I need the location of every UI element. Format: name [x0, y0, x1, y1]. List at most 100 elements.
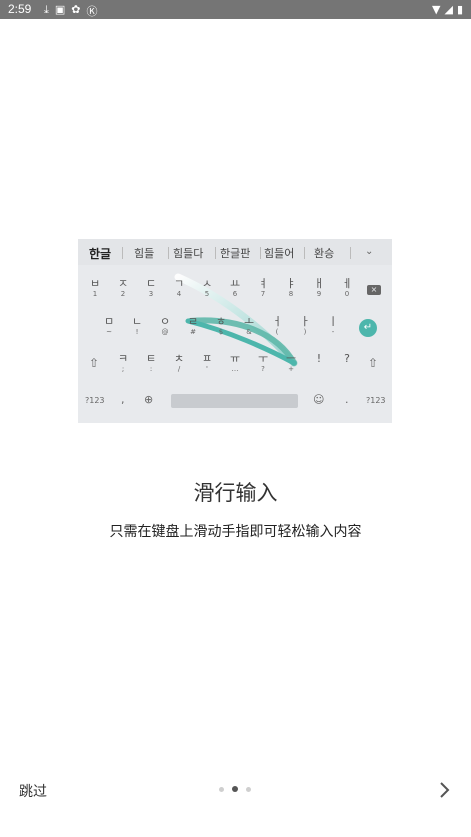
key-sublabel: ): [303, 328, 307, 336]
key-sublabel: 3: [148, 290, 154, 298]
keyboard-key: ㅑ8: [279, 277, 303, 299]
page-dot: [246, 786, 251, 792]
key-label: ?: [344, 352, 350, 365]
key-sublabel: 8: [288, 290, 294, 298]
key-label: ㅓ: [271, 315, 283, 328]
keyboard-key: ㄹ #: [181, 315, 205, 337]
keyboard-key: ㅣ-: [321, 315, 345, 337]
key-sublabel: …: [231, 365, 239, 373]
keyboard-key: ㄱ4: [167, 277, 191, 299]
key-label: !: [316, 352, 322, 365]
skip-button[interactable]: 跳过: [19, 781, 47, 801]
key-label: ㅜ: [257, 352, 269, 365]
key-label: ㅔ: [341, 277, 353, 290]
key-sublabel: ?: [261, 365, 265, 373]
symbols-key-right: ?123: [366, 396, 386, 405]
signal-icon: ◢: [444, 3, 453, 16]
spacebar: [171, 394, 298, 408]
key-label: ㅂ: [89, 277, 101, 290]
key-sublabel: &: [246, 328, 252, 336]
key-label: ㅐ: [313, 277, 325, 290]
keyboard-key: ㄷ3: [139, 277, 163, 299]
key-label: ㅋ: [117, 352, 129, 365]
keyboard-key: ㅠ…: [223, 352, 247, 374]
key-label: ㅠ: [229, 352, 241, 365]
settings-icon: ✿: [71, 3, 81, 16]
keyboard-key: ㅜ?: [251, 352, 275, 374]
download-icon: ⤓: [44, 3, 49, 16]
keyboard-key: ㅗ &: [237, 315, 261, 337]
key-sublabel: 1: [92, 290, 98, 298]
key-sublabel: 4: [176, 290, 182, 298]
enter-icon: ↵: [359, 319, 377, 337]
key-sublabel: ~: [106, 328, 112, 336]
period-key: .: [345, 393, 349, 406]
emoji-icon: ☺: [313, 393, 325, 406]
key-sublabel: /: [177, 365, 181, 373]
key-sublabel: :: [149, 365, 153, 373]
keyboard-key: ㅐ9: [307, 277, 331, 299]
keyboard-key: ㅡ +: [279, 352, 303, 374]
key-sublabel: +: [288, 365, 294, 373]
keyboard-illustration: 한글 힘들 힘들다 한글판 힘들어 환승 ⌄ ㅂ1ㅈ2ㄷ3ㄱ4ㅅ5ㅛ6ㅕ7ㅑ8ㅐ…: [78, 239, 392, 423]
key-sublabel: ': [206, 365, 208, 373]
shift-left-icon: ⇧: [89, 356, 100, 370]
keyboard-key: ㅂ1: [83, 277, 107, 299]
key-label: ㅎ: [215, 315, 227, 328]
battery-icon: ▮: [456, 3, 463, 16]
page-indicator: [219, 786, 251, 792]
key-sublabel: (: [275, 328, 279, 336]
key-label: ㅡ: [285, 352, 297, 365]
key-label: ㅛ: [229, 277, 241, 290]
keyboard-key: ㅓ(: [265, 315, 289, 337]
keyboard-key: ㄴ!: [125, 315, 149, 337]
keyboard-key: ㅌ:: [139, 352, 163, 374]
key-sublabel: 9: [316, 290, 322, 298]
keyboard-key: ㅏ): [293, 315, 317, 337]
status-time: 2:59: [8, 2, 32, 16]
page-title: 滑行输入: [193, 481, 278, 505]
key-sublabel: $: [218, 328, 224, 336]
key-sublabel: 5: [204, 290, 210, 298]
keyboard-key: ?: [335, 352, 359, 365]
page-subtitle: 只需在键盘上滑动手指即可轻松输入内容: [109, 524, 362, 540]
keyboard-key: ㅔ0: [335, 277, 359, 299]
page-dot: [219, 786, 224, 792]
key-label: ㅈ: [117, 277, 129, 290]
keyboard-key: ㅛ6: [223, 277, 247, 299]
keyboard-key: ㅊ /: [167, 352, 191, 374]
comma-key: ,: [121, 393, 125, 406]
keyboard-key: !: [307, 352, 331, 365]
key-sublabel: 6: [232, 290, 238, 298]
next-arrow-icon[interactable]: [433, 778, 455, 802]
key-label: ㅗ: [243, 315, 255, 328]
key-label: ㅣ: [327, 315, 339, 328]
globe-icon: ⊕: [144, 393, 154, 406]
key-sublabel: 2: [120, 290, 126, 298]
photo-icon: ▣: [54, 3, 66, 16]
key-label: ㅌ: [145, 352, 157, 365]
key-sublabel: ;: [121, 365, 125, 373]
key-label: ㄱ: [173, 277, 185, 290]
key-label: ㄷ: [145, 277, 157, 290]
keyboard-key: ㅁ ~: [97, 315, 121, 337]
keyboard-key: ㅅ5: [195, 277, 219, 299]
keyboard-key: ㅎ $: [209, 315, 233, 337]
key-label: ㅇ: [159, 315, 171, 328]
key-label: ㄹ: [187, 315, 199, 328]
wifi-icon: ▼: [432, 3, 441, 16]
keyboard-key: ㅍ ': [195, 352, 219, 374]
page-dot: [232, 786, 238, 792]
status-bar: 2:59 ⤓ ▣ ✿ Ⓚ ▼ ◢ ▮: [0, 0, 471, 19]
shift-right-icon: ⇧: [368, 356, 379, 370]
backspace-icon: ×: [367, 285, 381, 295]
key-sublabel: @: [161, 328, 169, 336]
key-label: ㅁ: [103, 315, 115, 328]
key-label: ㅕ: [257, 277, 269, 290]
k-icon: Ⓚ: [86, 5, 98, 18]
key-label: ㅍ: [201, 352, 213, 365]
key-label: ㅊ: [173, 352, 185, 365]
keyboard-key: ㅕ7: [251, 277, 275, 299]
key-sublabel: -: [331, 328, 335, 336]
symbols-key-left: ?123: [85, 396, 105, 405]
